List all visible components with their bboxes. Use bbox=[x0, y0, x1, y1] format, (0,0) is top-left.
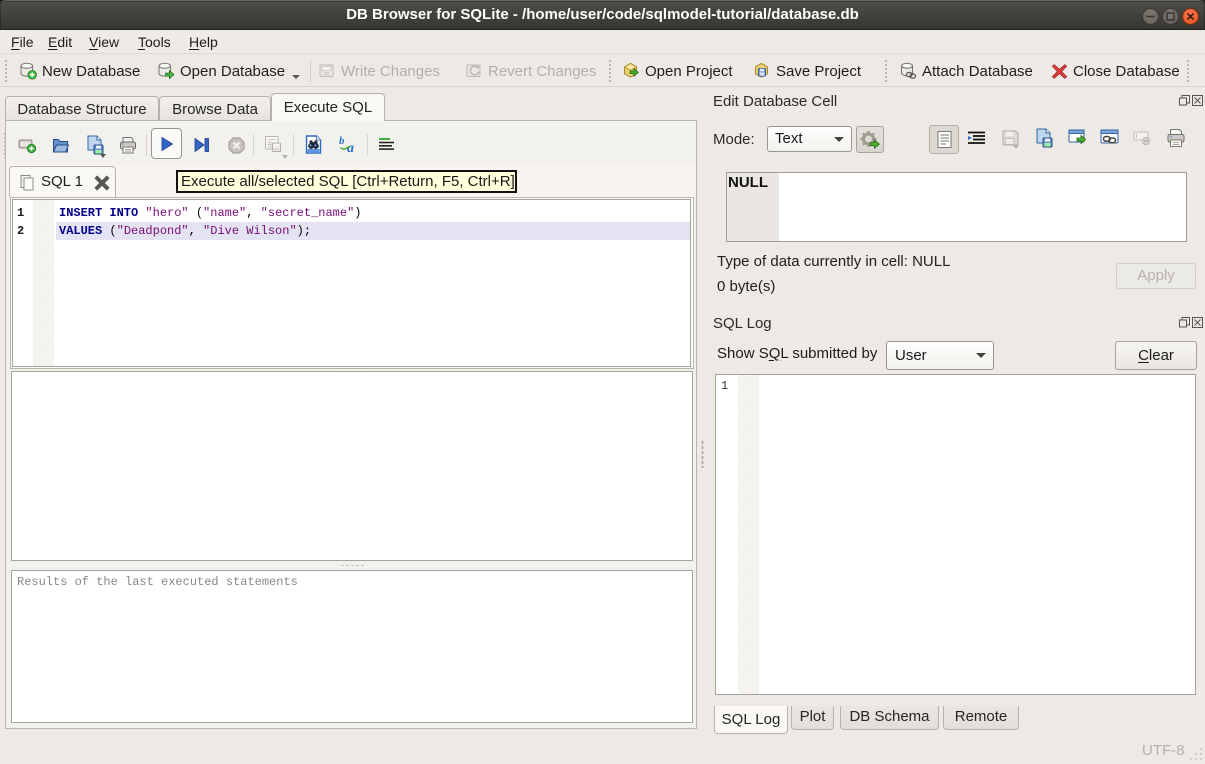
svg-text:a: a bbox=[347, 141, 354, 153]
svg-text:b: b bbox=[339, 135, 345, 147]
